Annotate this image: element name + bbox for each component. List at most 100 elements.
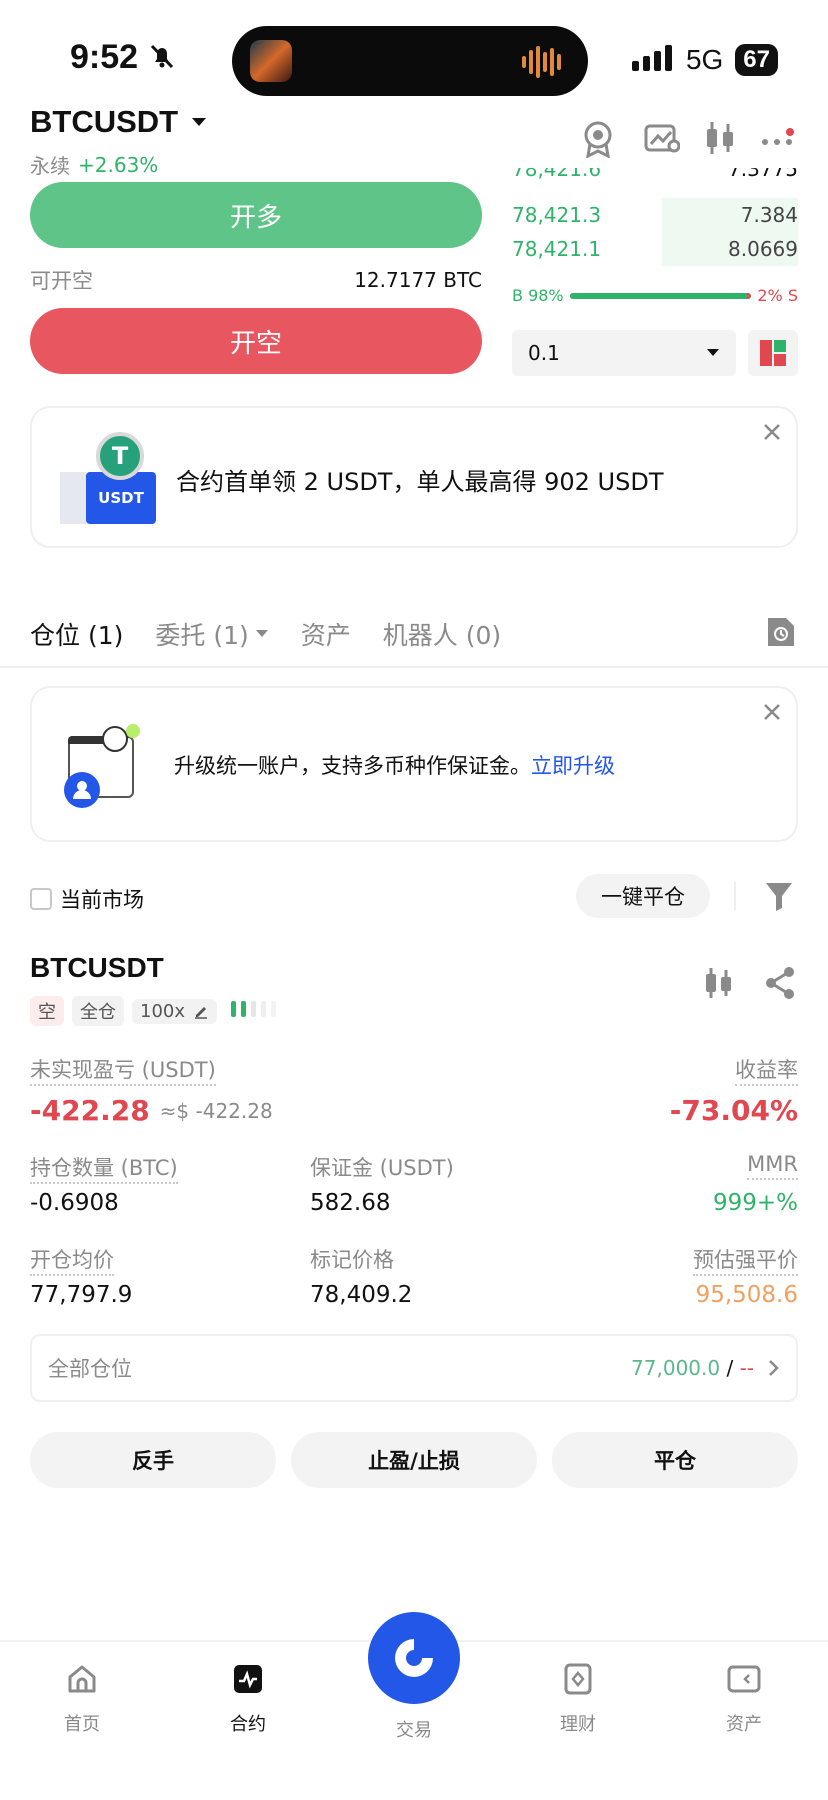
nav-item-home[interactable]: 首页 [42,1662,122,1736]
tab-orders[interactable]: 委托 (1) [155,616,248,652]
close-position-label: 平仓 [654,1449,696,1473]
close-icon[interactable] [762,702,782,726]
tab-assets[interactable]: 资产 [301,616,351,652]
usdt-promo-icon: USDT T [60,432,170,532]
current-market-checkbox[interactable] [30,888,52,910]
buy-sell-ratio: B 98% 2% S [512,286,798,305]
open-long-label: 开多 [229,202,282,233]
candlestick-icon[interactable] [704,120,736,160]
trade-icon [368,1612,460,1704]
candlestick-icon[interactable] [704,966,734,1004]
tpsl-take-profit: 77,000.0 [631,1356,721,1380]
nav-item-futures[interactable]: 合约 [208,1662,288,1736]
mark-price-value: 78,409.2 [310,1282,413,1308]
open-short-label: 开空 [229,328,282,359]
nav-item-earn[interactable]: 理财 [538,1662,618,1736]
bell-muted-icon [148,42,176,74]
nav-label-home: 首页 [64,1714,100,1735]
short-available-value: 12.7177 BTC [354,268,482,292]
orderbook-row[interactable]: 78,421.1 8.0669 [512,232,798,266]
risk-level-icon [229,999,283,1023]
battery-icon: 67 [735,44,778,76]
liq-price-value: 95,508.6 [695,1282,798,1308]
reverse-label: 反手 [132,1449,174,1473]
tab-bots[interactable]: 机器人 (0) [383,616,501,652]
nav-item-trade[interactable]: 交易 [368,1612,460,1742]
margin-value: 582.68 [310,1190,391,1216]
more-menu-icon[interactable] [760,128,794,152]
mmr-label[interactable]: MMR [747,1152,798,1180]
short-available-label: 可开空 [30,269,93,293]
current-market-label: 当前市场 [60,888,144,912]
buy-ratio-bar [569,292,748,299]
upgrade-banner[interactable]: 升级统一账户，支持多币种作保证金。立即升级 [30,686,798,842]
signal-icon [631,45,676,75]
roe-label[interactable]: 收益率 [735,1058,798,1086]
mmr-value: 999+% [712,1190,798,1216]
promo-banner[interactable]: USDT T 合约首单领 2 USDT，单人最高得 902 USDT [30,406,798,548]
pnl-value: -422.28 [30,1094,150,1127]
nav-label-earn: 理财 [560,1714,596,1735]
entry-price-label[interactable]: 开仓均价 [30,1248,114,1276]
symbol-title[interactable]: BTCUSDT [30,104,178,140]
chevron-down-icon [255,630,268,637]
size-label[interactable]: 持仓数量 (BTC) [30,1156,178,1184]
bottom-nav: 首页 合约 交易 理财 资产 [0,1612,828,1800]
orderbook-price: 78,421.1 [512,237,602,261]
orderbook-qty: 8.0669 [728,237,798,261]
order-history-icon[interactable] [766,616,796,652]
share-icon[interactable] [764,966,796,1004]
status-bar: 9:52 5G 67 [0,0,828,110]
orderbook-partial-price: 78,421.6 [512,168,602,181]
size-value: -0.6908 [30,1190,119,1216]
award-icon[interactable] [580,120,620,160]
assets-icon [727,1665,761,1693]
entry-price-value: 77,797.9 [30,1282,133,1308]
tpsl-button[interactable]: 止盈/止损 [291,1432,537,1488]
symbol-dropdown-icon[interactable] [190,113,208,132]
tab-positions[interactable]: 仓位 (1) [30,616,123,652]
leverage-value: 100x [140,1000,186,1022]
tab-divider [0,666,828,668]
earn-icon [564,1663,592,1695]
chevron-right-icon [769,1360,779,1376]
open-long-button[interactable]: 开多 [30,182,482,248]
tpsl-row[interactable]: 全部仓位 77,000.0 / -- [30,1334,798,1402]
nav-label-assets: 资产 [726,1714,762,1735]
tether-icon: T [96,432,144,480]
upgrade-text: 升级统一账户，支持多币种作保证金。 [174,754,531,778]
roe-value: -73.04% [669,1094,798,1127]
position-tabs: 仓位 (1) 委托 (1) 资产 机器人 (0) [30,614,501,654]
chevron-down-icon [707,349,719,356]
reverse-button[interactable]: 反手 [30,1432,276,1488]
depth-select-value: 0.1 [528,341,560,365]
orderbook-layout-icon[interactable] [748,330,798,376]
edit-icon [195,1007,208,1019]
nav-label-futures: 合约 [230,1714,266,1735]
album-art-icon [250,40,292,82]
nav-item-assets[interactable]: 资产 [704,1662,784,1736]
liq-price-label[interactable]: 预估强平价 [693,1248,798,1276]
open-short-button[interactable]: 开空 [30,308,482,374]
close-position-button[interactable]: 平仓 [552,1432,798,1488]
upgrade-link[interactable]: 立即升级 [531,754,615,778]
close-all-button[interactable]: 一键平仓 [576,874,710,918]
margin-label[interactable]: 保证金 (USDT) [310,1156,454,1180]
chart-analysis-icon[interactable] [644,122,681,158]
orderbook-row[interactable]: 78,421.3 7.384 [512,198,798,232]
sell-ratio-label: 2% S [757,286,798,305]
network-type: 5G [685,44,724,75]
leverage-badge[interactable]: 100x [132,998,218,1024]
tpsl-button-label: 止盈/止损 [368,1449,460,1473]
depth-select[interactable]: 0.1 [512,330,736,376]
dynamic-island [232,26,588,96]
tpsl-separator: / [720,1356,740,1380]
pnl-label[interactable]: 未实现盈亏 (USDT) [30,1058,216,1086]
orderbook-partial-qty: 7.3775 [728,168,798,181]
status-time: 9:52 [70,38,139,76]
filter-icon[interactable] [764,880,794,916]
close-icon[interactable] [762,422,782,446]
buy-ratio-label: B 98% [512,286,564,305]
position-symbol[interactable]: BTCUSDT [30,952,164,984]
tpsl-label: 全部仓位 [48,1357,132,1381]
